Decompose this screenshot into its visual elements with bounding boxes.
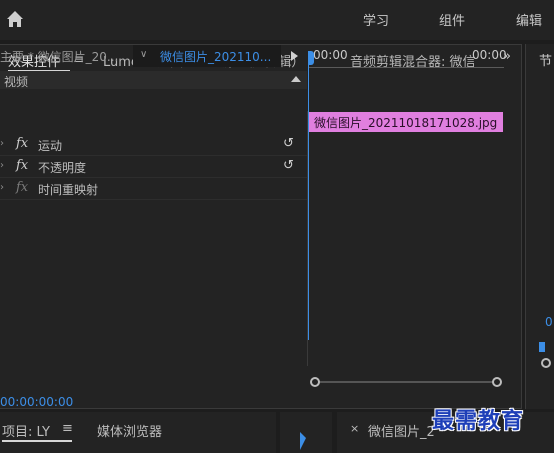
workspace-assembly[interactable]: 组件 [439,10,465,29]
timeline-end-timecode: 00:00 [472,48,507,62]
active-tab-indicator [2,440,72,442]
sequence-name[interactable]: 主要 * 微信图片_20... [0,48,131,65]
right-panel-handle[interactable] [541,358,551,368]
current-timecode[interactable]: 00:00:00:00 [0,395,73,409]
effect-name: 不透明度 [38,161,87,175]
selection-tool-icon[interactable] [300,432,306,450]
tab-timeline[interactable]: 微信图片_2 [368,421,435,440]
effect-name: 运动 [38,139,63,153]
close-icon[interactable]: × [350,422,359,435]
scroll-start-handle[interactable] [310,377,320,387]
panel-menu-icon[interactable]: ≡ [62,421,73,436]
effect-name: 时间重映射 [38,183,99,197]
effect-row-motion[interactable]: › fx 运动 ↺ [0,134,307,156]
effect-controls-panel: 效果控件 ≡ Lumetri 范围 源:（无剪辑） 音频剪辑混合器: 微信 » [0,44,522,409]
right-panel-value: 0 [545,315,553,329]
tab-media-browser[interactable]: 媒体浏览器 [97,421,162,440]
right-panel [525,44,554,409]
scroll-end-handle[interactable] [492,377,502,387]
expand-arrow-icon[interactable]: › [0,160,4,171]
tab-project[interactable]: 项目: LY [2,421,50,440]
workspace-editing[interactable]: 编辑 [516,10,542,29]
playhead-line [308,65,309,340]
tools-panel [280,412,332,453]
timeline-start-timecode: 00:00 [313,48,348,62]
effect-row-opacity[interactable]: › fx 不透明度 ↺ [0,156,307,178]
effect-row-time-remap[interactable]: › fx 时间重映射 [0,178,307,200]
home-icon[interactable] [6,10,24,28]
timeline-scrollbar[interactable] [314,381,498,383]
reset-icon[interactable]: ↺ [283,158,294,173]
clip-bar[interactable]: 微信图片_20211018171028.jpg [309,112,503,132]
play-icon[interactable] [291,51,298,61]
right-panel-label: 节 [539,54,553,69]
reset-icon[interactable]: ↺ [283,136,294,151]
panel-divider [307,111,308,366]
expand-arrow-icon[interactable]: › [0,138,4,149]
fx-icon: fx [16,180,29,195]
clip-name: 微信图片_202110... [160,50,272,64]
clip-bar-label: 微信图片_20211018171028.jpg [314,116,498,130]
chevron-down-icon: ∨ [140,49,148,60]
expand-arrow-icon[interactable]: › [0,182,4,193]
playhead-handle[interactable] [308,51,314,65]
workspace-bar: 学习 组件 编辑 [0,0,554,40]
video-section-header[interactable]: 视频 [0,71,307,89]
project-panel: 项目: LY ≡ 媒体浏览器 [0,412,276,453]
clip-header-row: 主要 * 微信图片_20... ∨ 微信图片_202110... [0,45,307,67]
workspace-learn[interactable]: 学习 [363,10,389,29]
time-ruler[interactable] [309,64,504,68]
watermark-logo: 最需教育 [432,408,525,434]
right-panel-marker[interactable] [539,342,545,352]
clip-selector[interactable]: ∨ 微信图片_202110... [133,45,281,67]
fx-icon[interactable]: fx [16,136,28,151]
collapse-up-icon[interactable] [291,76,301,82]
video-section-label: 视频 [4,75,29,89]
fx-icon[interactable]: fx [16,158,28,173]
